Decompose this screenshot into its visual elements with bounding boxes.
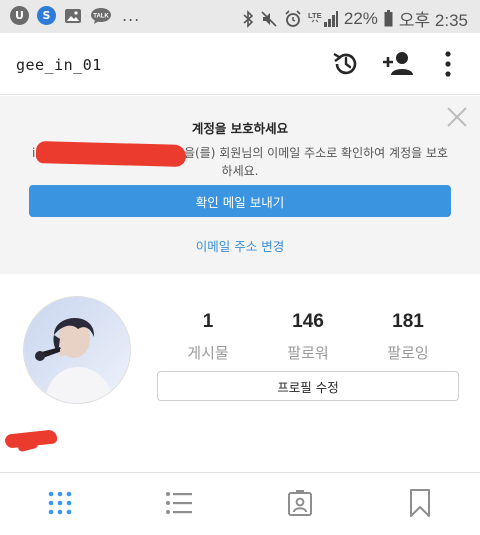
mute-icon bbox=[260, 10, 278, 28]
battery-percent: 22% bbox=[343, 8, 378, 28]
posts-label: 게시물 bbox=[187, 344, 229, 362]
s-app-icon: S bbox=[37, 6, 56, 25]
alarm-icon bbox=[284, 9, 302, 28]
edit-profile-button[interactable]: 프로필 수정 bbox=[157, 371, 459, 401]
send-confirmation-email-button[interactable]: 확인 메일 보내기 bbox=[29, 185, 451, 217]
banner-title: 계정을 보호하세요 bbox=[191, 121, 289, 136]
protect-account-banner: 계정을 보호하세요 i 을(를) 회원님의 이메일 주소로 확인하여 계정을 보호… bbox=[0, 96, 480, 274]
avatar[interactable] bbox=[23, 296, 131, 404]
grid-icon[interactable] bbox=[44, 487, 76, 519]
status-bar: U S TALK ... LTE 22% 오후 2:35 bbox=[0, 0, 480, 33]
redaction-mark bbox=[35, 141, 187, 167]
profile-tab-bar bbox=[0, 472, 480, 535]
following-label: 팔로잉 bbox=[387, 344, 429, 362]
tagged-photo-icon[interactable] bbox=[284, 487, 316, 519]
more-notifications: ... bbox=[122, 6, 141, 25]
history-icon[interactable] bbox=[329, 47, 363, 81]
battery-icon bbox=[384, 10, 393, 27]
lte-signal-icon: LTE bbox=[308, 10, 338, 28]
add-person-icon[interactable] bbox=[381, 47, 415, 81]
gallery-icon bbox=[64, 8, 82, 24]
stat-followers[interactable]: 146 팔로워 bbox=[258, 311, 358, 363]
following-count: 181 bbox=[392, 311, 424, 332]
profile-header: gee_in_01 bbox=[0, 33, 480, 95]
clock: 오후 2:35 bbox=[398, 11, 468, 30]
followers-count: 146 bbox=[292, 311, 324, 332]
kakao-icon: U bbox=[10, 6, 29, 25]
list-icon[interactable] bbox=[163, 487, 195, 519]
change-email-link[interactable]: 이메일 주소 변경 bbox=[0, 236, 480, 255]
bluetooth-icon bbox=[242, 9, 254, 28]
username: gee_in_01 bbox=[16, 56, 102, 74]
svg-text:LTE: LTE bbox=[308, 11, 322, 20]
more-vertical-icon[interactable] bbox=[431, 47, 465, 81]
posts-count: 1 bbox=[202, 311, 214, 332]
svg-text:TALK: TALK bbox=[93, 13, 109, 19]
stat-following[interactable]: 181 팔로잉 bbox=[358, 311, 458, 363]
talk-icon: TALK bbox=[90, 7, 112, 25]
followers-label: 팔로워 bbox=[287, 344, 329, 362]
stat-posts[interactable]: 1 게시물 bbox=[158, 311, 258, 363]
bookmark-icon[interactable] bbox=[404, 487, 436, 519]
